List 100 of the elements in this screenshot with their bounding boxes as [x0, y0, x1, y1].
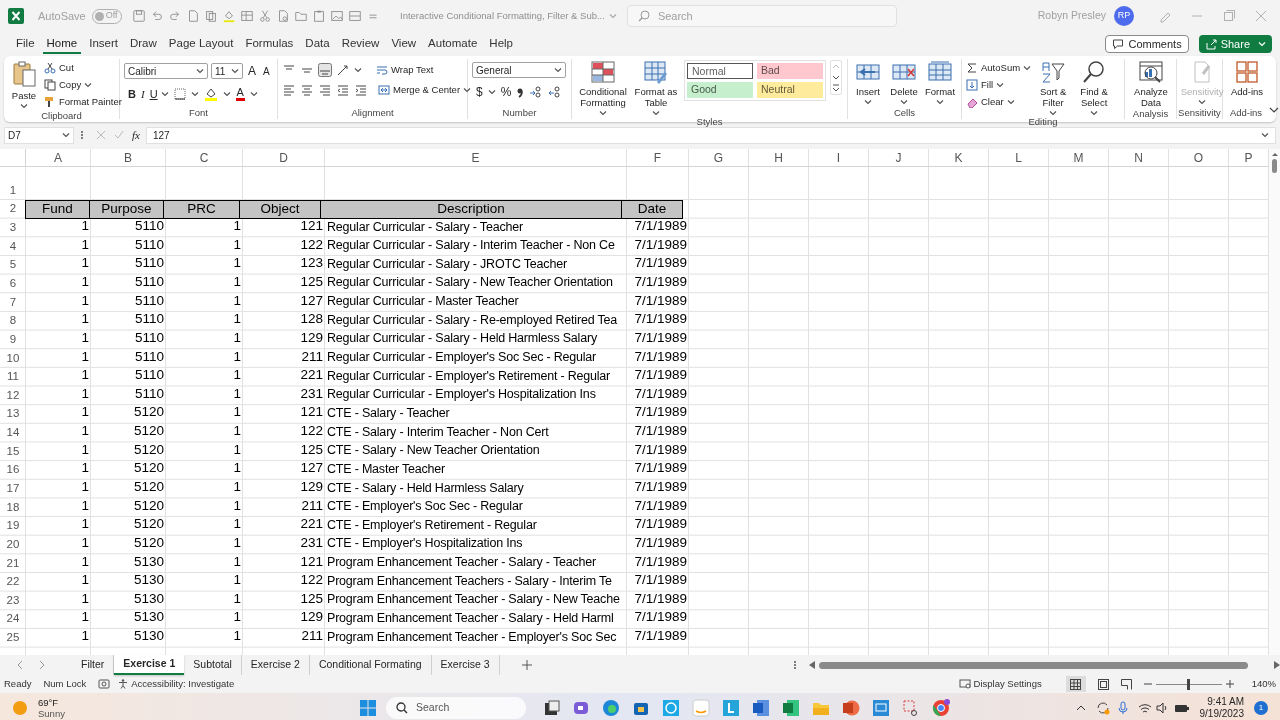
bottom-align-icon[interactable] [318, 63, 332, 77]
row-header[interactable]: 10 [0, 349, 26, 368]
column-header[interactable]: O [1169, 149, 1229, 166]
row-header[interactable]: 23 [0, 591, 26, 611]
borders-icon[interactable] [173, 88, 186, 101]
clock-time[interactable]: 9:41 AM [1207, 696, 1244, 708]
menu-tab[interactable]: Insert [85, 36, 122, 54]
column-header[interactable]: L [989, 149, 1049, 166]
bold-button[interactable]: B [128, 86, 136, 103]
row-header[interactable]: 24 [0, 610, 26, 629]
menu-tab[interactable]: Home [42, 36, 82, 54]
increase-decimal-icon[interactable] [529, 85, 544, 99]
currency-button[interactable]: $ [476, 83, 483, 101]
cell-style-option[interactable]: Normal [687, 63, 753, 79]
row-header[interactable]: 15 [0, 442, 26, 461]
zoom-level[interactable]: 140% [1251, 676, 1276, 692]
more-options-icon[interactable] [792, 659, 797, 671]
page-break-view-icon[interactable] [1120, 678, 1132, 690]
collapse-ribbon-icon[interactable] [1269, 106, 1279, 114]
ribbon-button[interactable]: Format as Table [634, 60, 678, 116]
scroll-left-icon[interactable] [16, 660, 24, 670]
menu-tab[interactable]: Automate [424, 36, 482, 54]
row-header[interactable]: 11 [0, 367, 26, 387]
ribbon-button[interactable]: Insert [852, 60, 884, 105]
clipboard-icon[interactable] [311, 9, 326, 23]
zoom-in-icon[interactable] [1225, 680, 1234, 688]
share-button[interactable]: Share [1198, 35, 1272, 53]
menu-tab[interactable]: Formulas [241, 36, 298, 54]
cut-button[interactable]: Cut [44, 60, 122, 76]
start-icon[interactable] [360, 700, 376, 716]
row-header[interactable]: 22 [0, 572, 26, 592]
merge-center-button[interactable]: Merge & Center [378, 82, 472, 98]
row-header[interactable]: 9 [0, 330, 26, 350]
copy-icon[interactable] [203, 9, 218, 23]
row-header[interactable]: 7 [0, 293, 26, 312]
scroll-left-icon[interactable] [808, 661, 815, 669]
grow-font-button[interactable]: A [246, 62, 258, 80]
column-header[interactable]: C [166, 149, 243, 166]
align-right-icon[interactable] [318, 83, 332, 97]
row-header[interactable]: 13 [0, 405, 26, 424]
format-painter-button[interactable]: Format Painter [44, 94, 122, 110]
remote-desktop-icon[interactable] [872, 699, 890, 717]
menu-tab[interactable]: Help [485, 36, 517, 54]
snipping-tool-icon[interactable] [902, 699, 920, 717]
sheet-tab[interactable]: Conditional Formating [309, 655, 432, 675]
row-header[interactable]: 20 [0, 535, 26, 555]
presentation-app-icon[interactable] [842, 699, 860, 717]
circle-tile-icon[interactable] [662, 699, 680, 717]
close-icon[interactable] [1254, 9, 1268, 23]
page-layout-view-icon[interactable] [1097, 678, 1109, 690]
row-header[interactable]: 17 [0, 479, 26, 499]
chevron-up-icon[interactable] [1075, 704, 1086, 712]
spreadsheet-app-icon[interactable] [782, 699, 800, 717]
row-header[interactable]: 25 [0, 628, 26, 648]
table-icon[interactable] [239, 9, 254, 23]
chat-bubble-icon[interactable] [572, 699, 590, 717]
scroll-up-icon[interactable] [1270, 151, 1279, 157]
column-header[interactable]: M [1049, 149, 1109, 166]
scroll-right-icon[interactable] [38, 660, 46, 670]
accessibility-button[interactable]: Accessibility: Investigate [118, 676, 235, 692]
number-format-field[interactable]: General [472, 62, 566, 78]
document-app-icon[interactable] [752, 699, 770, 717]
ribbon-button[interactable]: Analyze Data [1129, 60, 1173, 108]
shrink-font-button[interactable]: A [261, 63, 272, 79]
column-header[interactable]: D [243, 149, 325, 166]
row-header[interactable]: 16 [0, 460, 26, 480]
enter-icon[interactable] [114, 130, 124, 140]
browser-icon[interactable] [602, 699, 620, 717]
row-header[interactable]: 3 [0, 218, 26, 238]
fill-button[interactable]: Fill [966, 77, 1032, 93]
wrap-text-button[interactable]: Wrap Text [376, 62, 434, 78]
row-header[interactable]: 18 [0, 498, 26, 517]
fill-color-icon[interactable] [203, 87, 218, 102]
column-header[interactable]: J [869, 149, 929, 166]
row-header[interactable]: 1 [0, 167, 26, 200]
menu-tab[interactable]: View [387, 36, 421, 54]
cell-style-option[interactable]: Good [687, 82, 753, 98]
align-left-icon[interactable] [282, 83, 296, 97]
copy-button[interactable]: Copy [44, 77, 122, 93]
sheet-tab[interactable]: Subtotal [184, 655, 242, 675]
orientation-icon[interactable] [336, 63, 350, 77]
row-header[interactable]: 4 [0, 237, 26, 256]
menu-tab[interactable]: File [12, 36, 39, 54]
zoom-out-icon[interactable] [1143, 680, 1152, 688]
add-sheet-icon[interactable] [521, 660, 532, 670]
row-header[interactable]: 6 [0, 274, 26, 294]
clock-date[interactable]: 9/19/2023 [1199, 708, 1244, 720]
scroll-right-icon[interactable] [1274, 661, 1280, 669]
insert-function-button[interactable]: fx [132, 126, 140, 144]
scroll-thumb[interactable] [1272, 159, 1277, 173]
taskbar-search[interactable]: Search [386, 697, 526, 719]
font-color-button[interactable]: A [235, 87, 245, 102]
macro-record-icon[interactable] [98, 679, 111, 689]
gallery-more-icon[interactable] [831, 83, 841, 94]
increase-indent-icon[interactable] [354, 83, 368, 97]
menu-tab[interactable]: Data [301, 36, 334, 54]
tile-icon[interactable] [722, 699, 740, 717]
speaker-icon[interactable] [1155, 702, 1168, 714]
percent-button[interactable]: % [500, 83, 512, 101]
menu-tab[interactable]: Draw [126, 36, 161, 54]
